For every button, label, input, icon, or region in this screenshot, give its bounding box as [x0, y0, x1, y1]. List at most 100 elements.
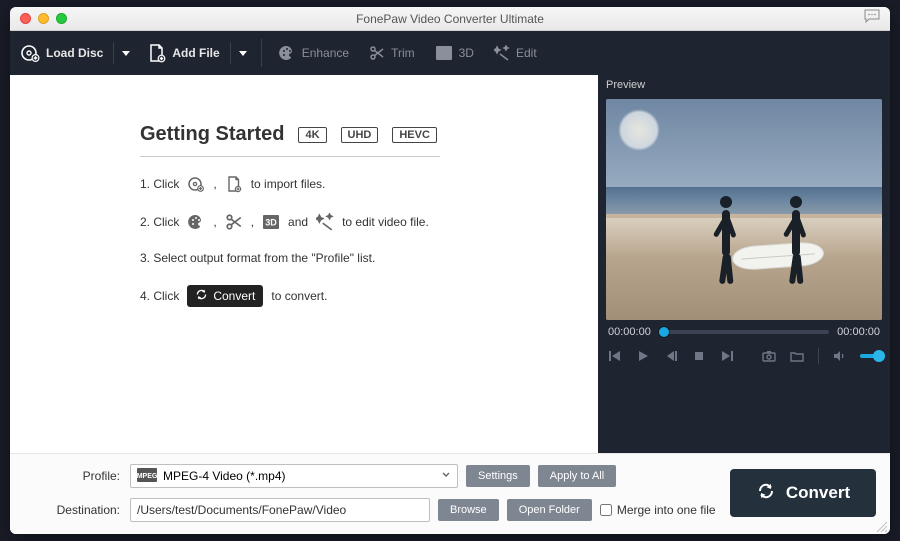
- preview-label: Preview: [598, 75, 890, 95]
- body-area: Getting Started 4K UHD HEVC 1. Click , t…: [10, 75, 890, 453]
- merge-checkbox-wrap[interactable]: Merge into one file: [600, 503, 716, 517]
- step-2-text-b: and: [288, 215, 308, 229]
- getting-started-title: Getting Started: [140, 123, 284, 146]
- mpeg-icon: MPEG: [137, 468, 157, 485]
- snapshot-button[interactable]: [762, 349, 776, 363]
- minimize-window-button[interactable]: [38, 13, 49, 24]
- svg-text:MPEG: MPEG: [137, 473, 157, 480]
- step-1-text-b: to import files.: [251, 177, 326, 191]
- load-disc-button[interactable]: Load Disc: [10, 31, 113, 75]
- play-button[interactable]: [636, 349, 650, 363]
- time-current: 00:00:00: [608, 326, 651, 338]
- edit-button[interactable]: Edit: [484, 31, 547, 75]
- disc-icon: [20, 43, 40, 63]
- convert-pill-label: Convert: [213, 289, 255, 303]
- step-2: 2. Click , , 3D and to edit video file.: [140, 213, 574, 231]
- volume-slider[interactable]: [860, 354, 880, 358]
- step-2-sep-1: ,: [213, 215, 216, 229]
- enhance-label: Enhance: [302, 46, 349, 60]
- content-pane: Getting Started 4K UHD HEVC 1. Click , t…: [10, 75, 598, 453]
- palette-icon: [187, 213, 205, 231]
- time-total: 00:00:00: [837, 326, 880, 338]
- merge-checkbox[interactable]: [600, 504, 612, 516]
- preview-video[interactable]: [606, 99, 882, 320]
- enhance-button[interactable]: Enhance: [268, 31, 359, 75]
- transport-controls: [598, 344, 890, 372]
- merge-label: Merge into one file: [617, 503, 716, 517]
- step-3-text: 3. Select output format from the "Profil…: [140, 251, 375, 265]
- palette-icon: [278, 44, 296, 62]
- window-controls: [20, 13, 67, 24]
- maximize-window-button[interactable]: [56, 13, 67, 24]
- trim-label: Trim: [391, 46, 415, 60]
- three-d-icon: 3D: [435, 45, 453, 61]
- stop-button[interactable]: [692, 349, 706, 363]
- bottom-bar: Profile: MPEG MPEG-4 Video (*.mp4) Setti…: [10, 453, 890, 534]
- resize-grip[interactable]: [876, 520, 888, 532]
- volume-icon[interactable]: [832, 349, 846, 363]
- seek-slider[interactable]: [659, 330, 829, 334]
- scissors-icon: [369, 45, 385, 61]
- badge-hevc: HEVC: [392, 127, 437, 143]
- step-2-sep-2: ,: [251, 215, 254, 229]
- browse-button[interactable]: Browse: [438, 499, 499, 521]
- preview-pane: Preview 00:00:00 00:00:00: [598, 75, 890, 453]
- next-button[interactable]: [720, 349, 734, 363]
- load-disc-dropdown[interactable]: [114, 49, 138, 57]
- three-d-icon: 3D: [262, 213, 280, 231]
- window-title: FonePaw Video Converter Ultimate: [10, 12, 890, 26]
- settings-button[interactable]: Settings: [466, 465, 530, 487]
- scissors-icon: [225, 213, 243, 231]
- chevron-down-icon: [441, 469, 451, 483]
- step-1: 1. Click , to import files.: [140, 175, 574, 193]
- file-add-icon: [148, 43, 166, 63]
- main-toolbar: Load Disc Add File Enhance Trim: [10, 31, 890, 75]
- step-4-text-a: 4. Click: [140, 289, 179, 303]
- add-file-dropdown[interactable]: [231, 49, 255, 57]
- convert-pill: Convert: [187, 285, 263, 307]
- add-file-label: Add File: [172, 46, 219, 60]
- open-folder-button[interactable]: Open Folder: [507, 499, 592, 521]
- badge-uhd: UHD: [341, 127, 379, 143]
- convert-button[interactable]: Convert: [730, 469, 876, 517]
- refresh-icon: [756, 481, 776, 506]
- svg-text:3D: 3D: [265, 218, 277, 228]
- step-2-text-a: 2. Click: [140, 215, 179, 229]
- step-2-text-c: to edit video file.: [342, 215, 429, 229]
- trim-button[interactable]: Trim: [359, 31, 425, 75]
- load-disc-label: Load Disc: [46, 46, 103, 60]
- step-1-sep: ,: [213, 177, 216, 191]
- disc-icon: [187, 175, 205, 193]
- refresh-icon: [195, 288, 208, 304]
- chevron-down-icon: [239, 49, 247, 57]
- edit-label: Edit: [516, 46, 537, 60]
- step-1-text-a: 1. Click: [140, 177, 179, 191]
- destination-label: Destination:: [44, 503, 120, 517]
- profile-value: MPEG-4 Video (*.mp4): [163, 469, 286, 483]
- feedback-icon[interactable]: [864, 9, 880, 28]
- step-4: 4. Click Convert to convert.: [140, 285, 574, 307]
- wand-icon: [494, 45, 510, 61]
- three-d-button[interactable]: 3D 3D: [425, 31, 484, 75]
- profile-label: Profile:: [44, 469, 120, 483]
- svg-text:3D: 3D: [438, 49, 450, 59]
- profile-select[interactable]: MPEG MPEG-4 Video (*.mp4): [130, 464, 458, 488]
- step-3: 3. Select output format from the "Profil…: [140, 251, 574, 265]
- step-4-text-b: to convert.: [271, 289, 327, 303]
- app-window: FonePaw Video Converter Ultimate Load Di…: [10, 7, 890, 534]
- snapshot-folder-button[interactable]: [790, 349, 804, 363]
- three-d-label: 3D: [459, 46, 474, 60]
- close-window-button[interactable]: [20, 13, 31, 24]
- convert-label: Convert: [786, 483, 850, 503]
- add-file-button[interactable]: Add File: [138, 31, 229, 75]
- time-bar: 00:00:00 00:00:00: [598, 320, 890, 344]
- chevron-down-icon: [122, 49, 130, 57]
- wand-icon: [316, 213, 334, 231]
- titlebar: FonePaw Video Converter Ultimate: [10, 7, 890, 31]
- destination-input[interactable]: [130, 498, 430, 522]
- badge-4k: 4K: [298, 127, 326, 143]
- apply-all-button[interactable]: Apply to All: [538, 465, 616, 487]
- step-back-button[interactable]: [664, 349, 678, 363]
- file-add-icon: [225, 175, 243, 193]
- prev-button[interactable]: [608, 349, 622, 363]
